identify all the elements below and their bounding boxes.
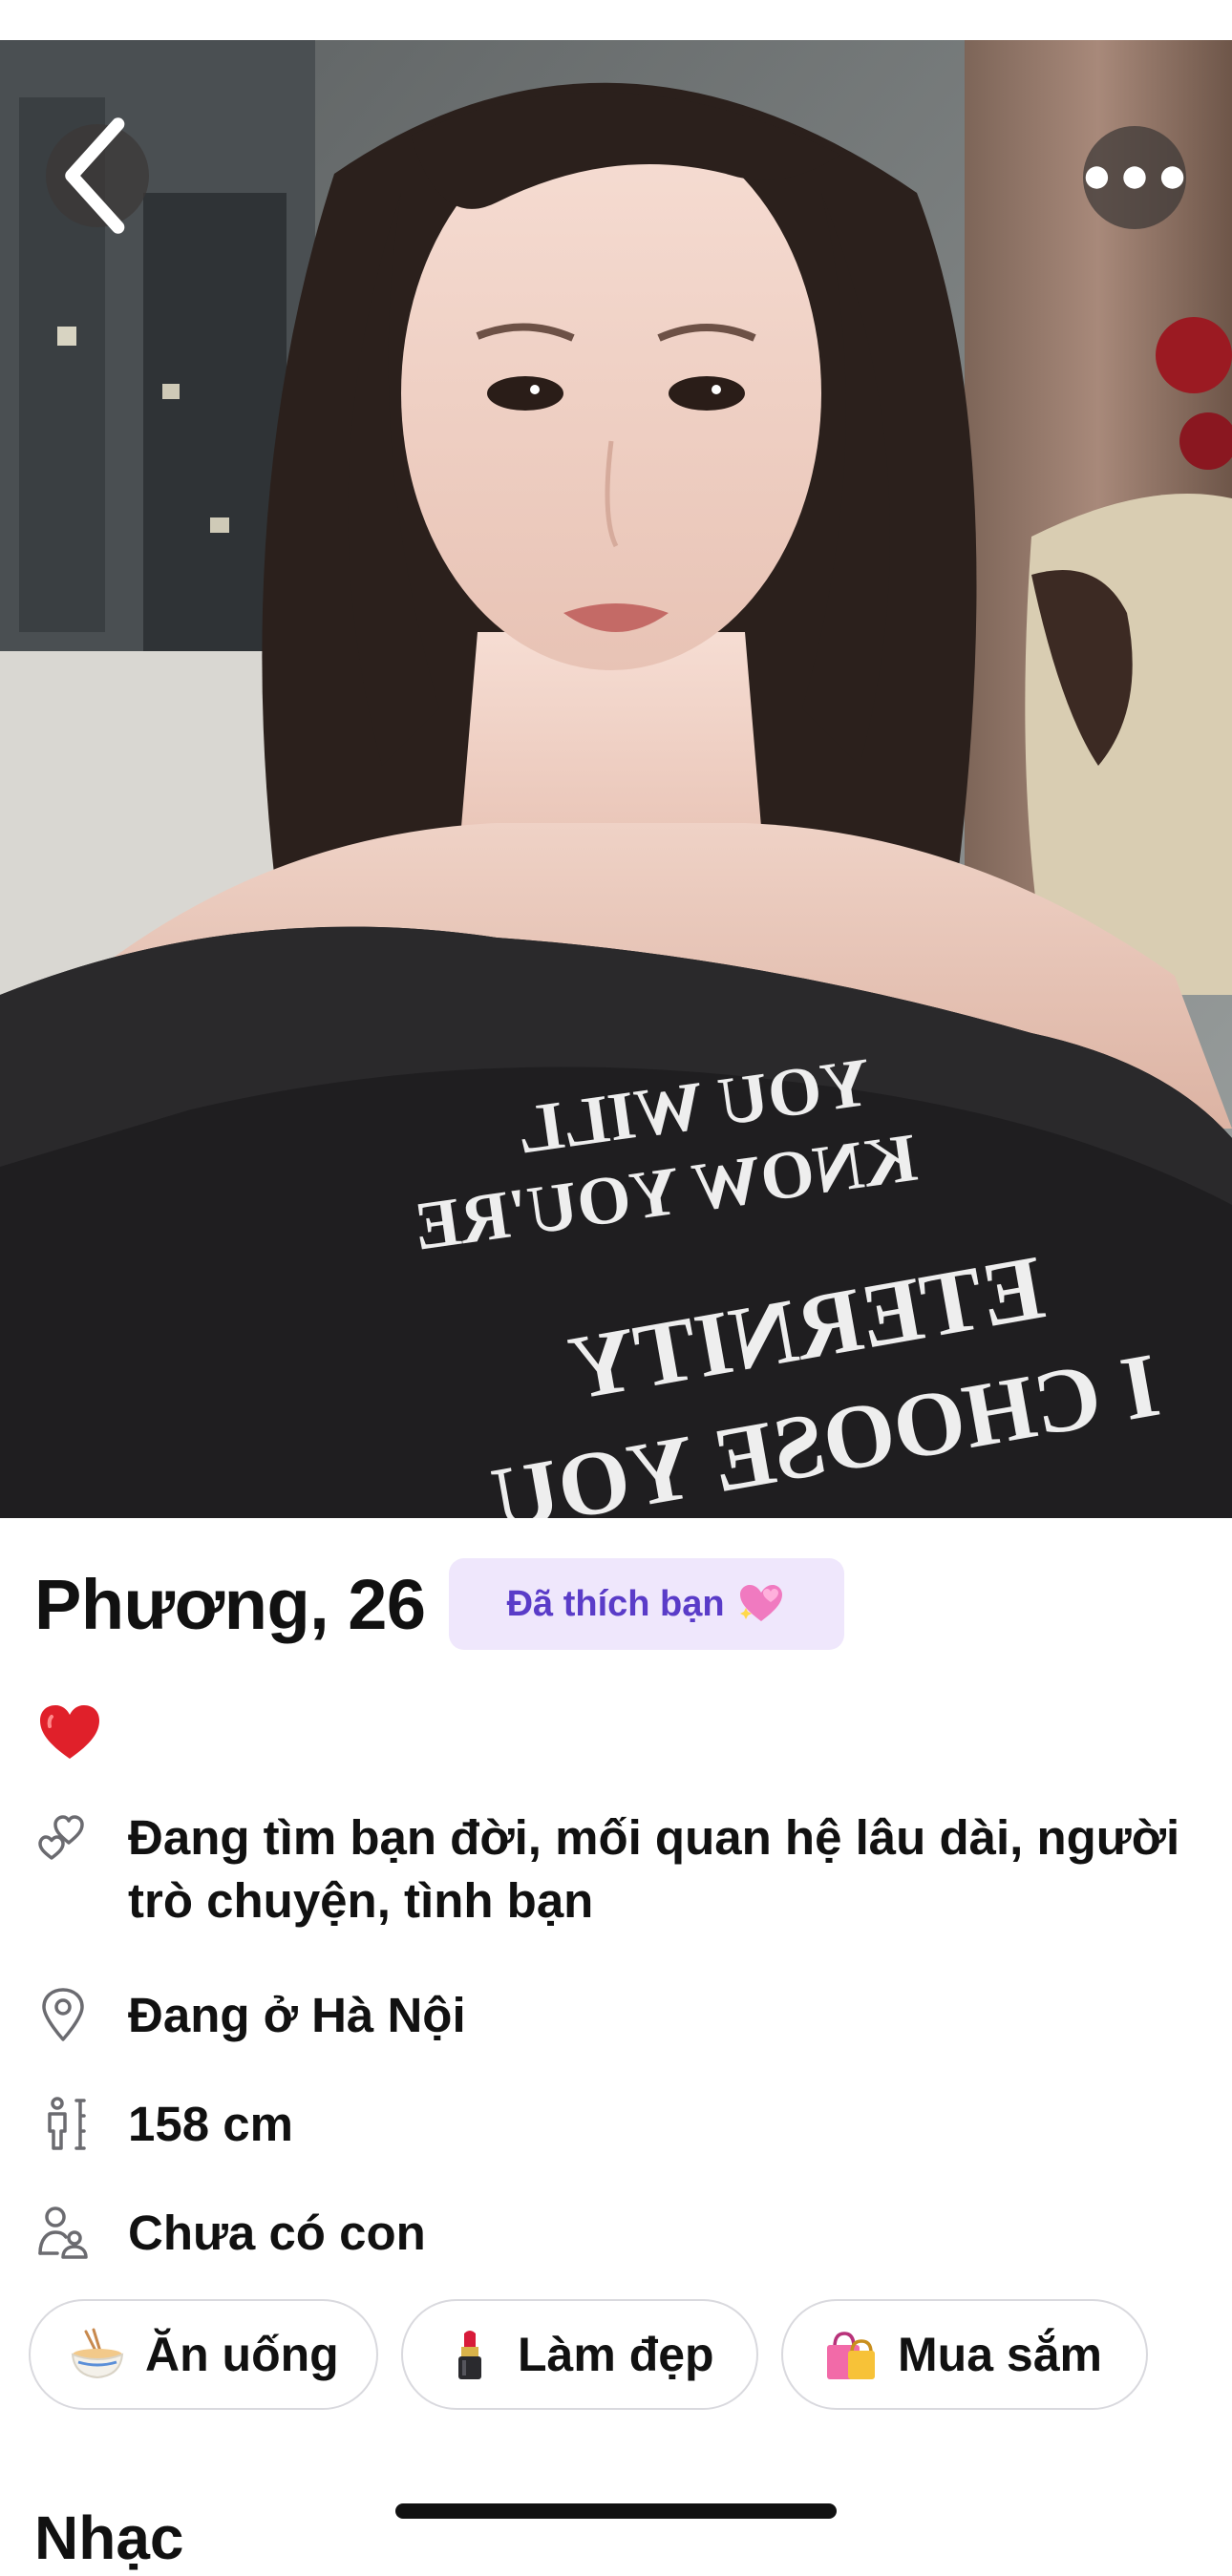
noodle-bowl-icon — [71, 2328, 124, 2379]
height-text: 158 cm — [128, 2097, 293, 2151]
interest-chips: Ăn uống Làm đẹp Mua sắm — [29, 2299, 1148, 2410]
liked-you-badge: Đã thích bạn — [448, 1558, 844, 1650]
looking-for-text: Đang tìm bạn đời, mối quan hệ lâu dài, n… — [128, 1810, 1180, 1928]
name-row: Phương, 26 Đã thích bạn — [34, 1558, 844, 1650]
more-options-button[interactable] — [1083, 126, 1186, 229]
children-text: Chưa có con — [128, 2206, 426, 2260]
home-indicator[interactable] — [395, 2503, 837, 2519]
liked-badge-label: Đã thích bạn — [506, 1583, 725, 1624]
interest-chip-beauty-label: Làm đẹp — [518, 2328, 714, 2381]
location-text: Đang ở Hà Nội — [128, 1988, 466, 2042]
shopping-bags-icon — [827, 2332, 875, 2379]
ellipsis-icon — [1085, 166, 1184, 189]
music-section-heading: Nhạc — [34, 2503, 184, 2572]
portrait-image: YOU WILL KNOW YOU'RE ETERNITY I CHOOSE Y… — [0, 40, 1232, 1518]
red-heart-icon — [40, 1705, 99, 1759]
interest-chip-beauty[interactable]: Làm đẹp — [401, 2299, 758, 2410]
height-row: 158 cm — [34, 2093, 1226, 2156]
interest-chip-shopping[interactable]: Mua sắm — [781, 2299, 1148, 2410]
location-row: Đang ở Hà Nội — [34, 1984, 1226, 2047]
interest-chip-food-label: Ăn uống — [145, 2328, 339, 2381]
interest-chip-shopping-label: Mua sắm — [898, 2328, 1102, 2381]
interest-chip-food[interactable]: Ăn uống — [29, 2299, 378, 2410]
hearts-outline-icon — [38, 1815, 84, 1860]
profile-photo: YOU WILL KNOW YOU'RE ETERNITY I CHOOSE Y… — [0, 40, 1232, 1518]
lipstick-icon — [458, 2331, 481, 2379]
looking-for-row: Đang tìm bạn đời, mối quan hệ lâu dài, n… — [34, 1806, 1226, 1932]
person-height-icon — [48, 2097, 86, 2150]
sparkling-hearts-icon — [739, 1585, 782, 1621]
parent-child-icon — [38, 2206, 88, 2259]
chevron-left-icon — [65, 117, 125, 234]
location-pin-icon — [42, 1988, 84, 2041]
profile-name-age: Phương, 26 — [34, 1564, 426, 1644]
back-button[interactable] — [46, 117, 149, 234]
children-row: Chưa có con — [34, 2202, 1226, 2265]
